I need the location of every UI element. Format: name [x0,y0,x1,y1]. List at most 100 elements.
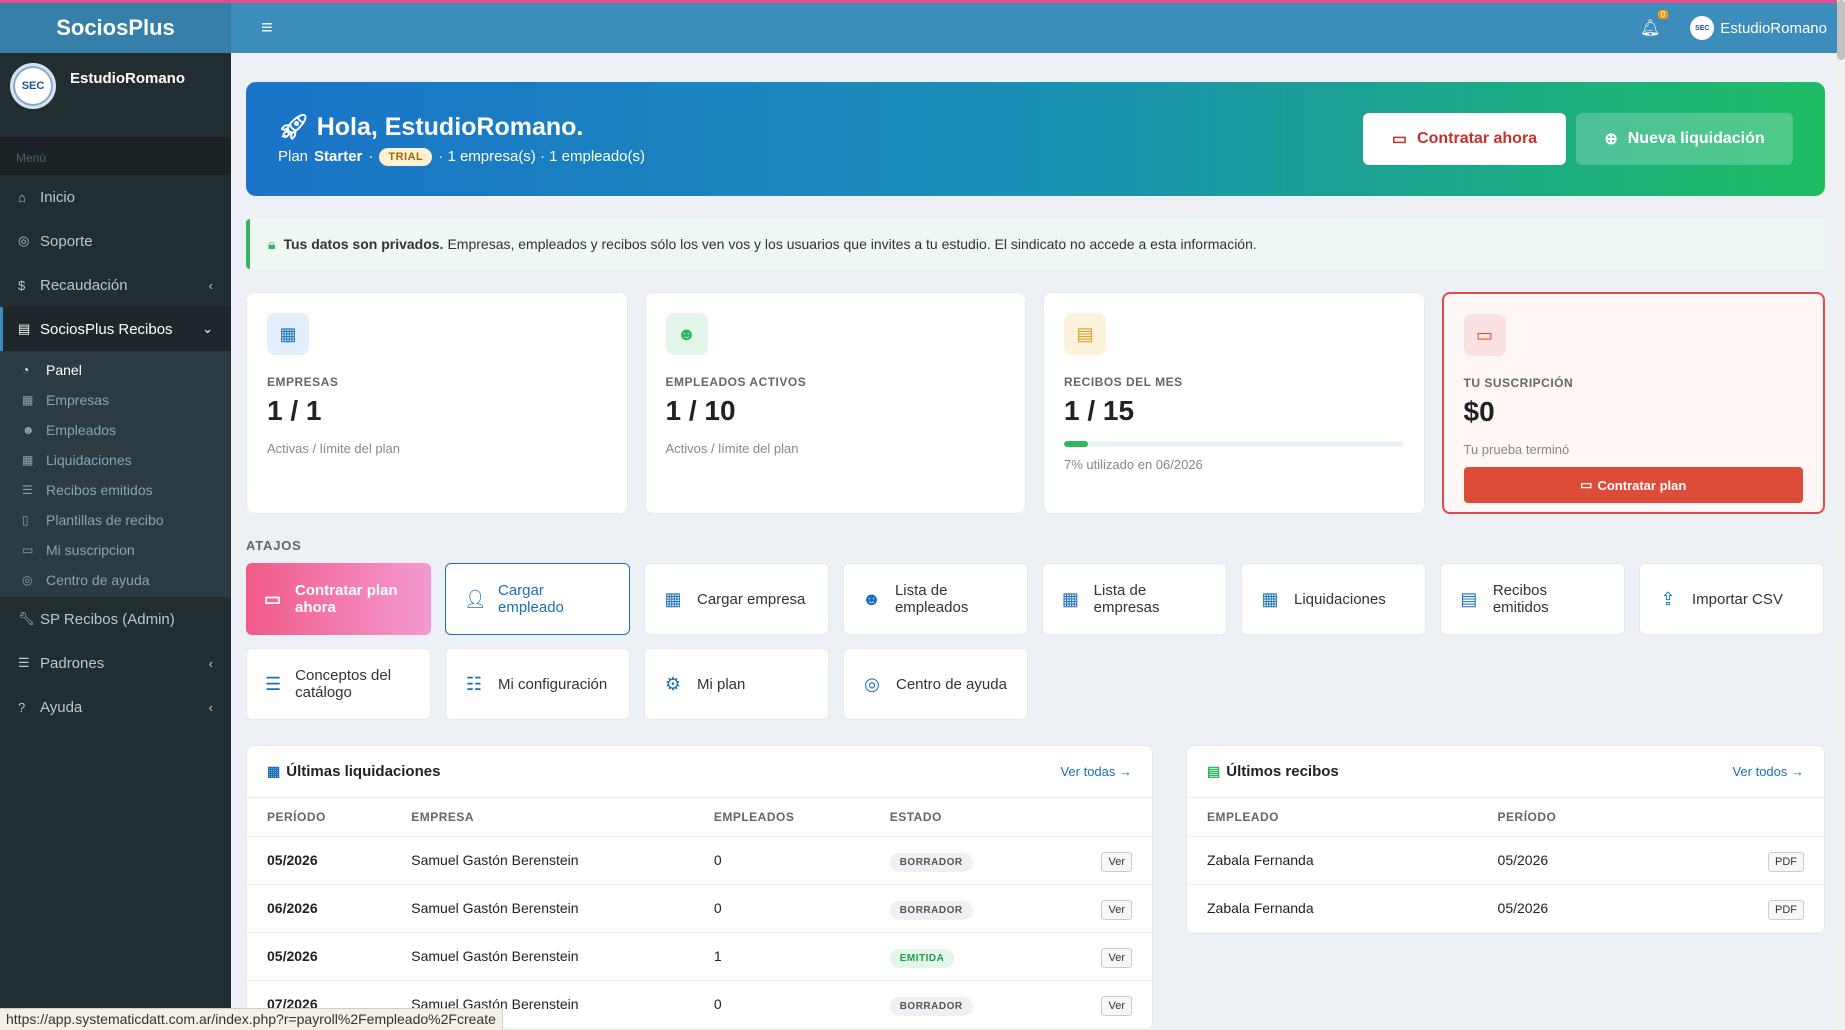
ultimos-recibos-card: ▤ Últimos recibos Ver todos → EMPLEADO PER… [1186,745,1825,934]
table-row: Zabala Fernanda 05/2026 PDF [1187,884,1824,933]
file-icon: ▤ [1207,763,1221,779]
building-icon: ▦ [22,393,34,407]
shortcut-lista-empleados[interactable]: ☻ Lista de empleados [843,563,1028,635]
user-plus-icon: 👤︎ [464,588,487,609]
button-label: Contratar plan [1597,477,1687,493]
list-icon: ☰ [265,673,282,694]
sidebar-subitem-plantillas[interactable]: ▯ Plantillas de recibo [0,505,231,535]
trial-badge: TRIAL [379,147,433,166]
shortcut-lista-empresas[interactable]: ▦ Lista de empresas [1042,563,1227,635]
user-menu[interactable]: SEC EstudioRomano [1690,16,1827,40]
stat-empleados: ☻ EMPLEADOS ACTIVOS 1 / 10 Activos / lím… [644,292,1026,514]
cell-empleados: 0 [693,980,870,1029]
shortcut-mi-plan[interactable]: ⚙ Mi plan [644,648,829,720]
cell-periodo: 05/2026 [1477,836,1674,885]
sidebar-subitem-empleados[interactable]: ☻ Empleados [0,415,231,445]
ver-button[interactable]: Ver [1101,900,1132,920]
sidebar-item-sp-recibos-admin[interactable]: 🔧︎ SP Recibos (Admin) [0,597,231,641]
shortcut-label: Importar CSV [1692,590,1783,608]
list-icon: ☰ [22,483,33,497]
sidebar-item-soporte[interactable]: ◎ Soporte [0,219,231,263]
browser-status-url: https://app.systematicdatt.com.ar/index.… [0,1008,503,1030]
upload-icon: ⇪ [1660,588,1676,609]
greeting-text: Hola, EstudioRomano. [316,112,584,141]
sidebar-subitem-label: Plantillas de recibo [46,512,164,528]
chevron-left-icon: ‹ [208,277,213,293]
home-icon: ⌂ [18,189,26,205]
file-icon: ▤ [18,321,31,336]
scrollbar-thumb[interactable] [1837,0,1845,60]
ver-button[interactable]: Ver [1101,996,1132,1016]
shortcut-label: Conceptos del catálogo [295,667,392,701]
ver-todas-link[interactable]: Ver todas → [1060,764,1132,779]
sidebar-subitem-empresas[interactable]: ▦ Empresas [0,385,231,415]
shortcut-recibos-emitidos[interactable]: ▤ Recibos emitidos [1440,563,1625,635]
plan-counts: · 1 empresa(s) · 1 empleado(s) [438,148,646,165]
card-header: ▦ Últimas liquidaciones Ver todas → [247,746,1152,798]
lifebuoy-icon: ◎ [18,233,30,248]
list-icon: ☰ [18,655,30,670]
column-header: EMPLEADO [1187,798,1478,837]
sidebar-subitem-centro-ayuda[interactable]: ◎ Centro de ayuda [0,565,231,595]
pdf-button[interactable]: PDF [1768,852,1804,872]
shortcut-cargar-empleado[interactable]: 👤︎ Cargar empleado [445,563,630,635]
cell-empresa: Samuel Gastón Berenstein [391,836,694,885]
cell-empleados: 0 [693,836,870,885]
shortcut-mi-configuracion[interactable]: ☷ Mi configuración [445,648,630,720]
sidebar-item-sociosplus-recibos[interactable]: ▤ SociosPlus Recibos ⌄ [0,307,231,351]
stat-empresas: ▦ EMPRESAS 1 / 1 Activas / límite del pl… [246,292,628,514]
sidebar-subitem-panel[interactable]: ◔ Panel [0,355,231,385]
sidebar-subitem-suscripcion[interactable]: ▭ Mi suscripcion [0,535,231,565]
chevron-left-icon: ‹ [208,655,213,671]
sidebar-submenu: ◔ Panel ▦ Empresas ☻ Empleados ▦ Liquidacion… [0,351,231,597]
pdf-button[interactable]: PDF [1768,900,1804,920]
ver-button[interactable]: Ver [1101,852,1132,872]
privacy-alert: 🔒︎ Tus datos son privados. Empresas, emp… [246,219,1825,269]
shortcut-cargar-empresa[interactable]: ▦ Cargar empresa [644,563,829,635]
shortcut-contratar-plan[interactable]: ▭ Contratar plan ahora [246,563,431,635]
contratar-plan-button[interactable]: ▭ Contratar plan [1463,467,1803,503]
credit-card-icon: ▭ [1391,131,1408,148]
stat-value: 1 / 10 [665,395,736,426]
sidebar-item-padrones[interactable]: ☰ Padrones ‹ [0,641,231,685]
sidebar-item-label: SP Recibos (Admin) [40,610,175,628]
sliders-icon: ☷ [465,673,483,694]
brand-logo[interactable]: SociosPlus [0,3,231,53]
main-content: 🚀︎ Hola, EstudioRomano. Plan Starter · T… [246,82,1825,1030]
nueva-liquidacion-button[interactable]: ⊕ Nueva liquidación [1576,113,1793,165]
bottom-panels: ▦ Últimas liquidaciones Ver todas → PERÍOD… [246,745,1825,1030]
sidebar-username: EstudioRomano [70,70,185,87]
shortcut-centro-ayuda[interactable]: ◎ Centro de ayuda [843,648,1028,720]
dashboard-icon: ◔ [22,363,30,377]
sidebar-subitem-liquidaciones[interactable]: ▦ Liquidaciones [0,445,231,475]
shortcut-liquidaciones[interactable]: ▦ Liquidaciones [1241,563,1426,635]
notifications-bell-icon[interactable]: 🔔︎ 0 [1640,10,1669,38]
shortcut-importar-csv[interactable]: ⇪ Importar CSV [1639,563,1824,635]
cell-periodo: 05/2026 [247,836,392,885]
sidebar-item-inicio[interactable]: ⌂ Inicio [0,175,231,219]
stat-label: EMPLEADOS ACTIVOS [665,375,807,389]
sidebar-subitem-recibos-emitidos[interactable]: ☰ Recibos emitidos [0,475,231,505]
gear-icon: ⚙ [664,673,682,694]
notifications-badge: 0 [1657,10,1669,19]
menu-toggle-icon[interactable]: ≡ [261,17,273,40]
dollar-icon: $ [18,277,26,293]
button-label: Contratar ahora [1417,130,1538,147]
column-header-actions [1673,798,1824,837]
stat-value: 1 / 1 [267,395,322,426]
ver-button[interactable]: Ver [1101,948,1132,968]
stat-suscripcion: ▭ TU SUSCRIPCIÓN $0 Tu prueba terminó ▭ C… [1441,292,1825,514]
chevron-down-icon: ⌄ [202,321,213,336]
building-icon: ▦ [1061,588,1079,609]
sidebar-subitem-label: Centro de ayuda [46,572,150,588]
calculator-icon: ▦ [1261,588,1279,609]
ver-todos-link[interactable]: Ver todos → [1732,764,1804,779]
button-label: Nueva liquidación [1627,130,1765,147]
shortcut-label: Centro de ayuda [896,675,1007,693]
contratar-ahora-button[interactable]: ▭ Contratar ahora [1363,113,1566,165]
sidebar-item-recaudacion[interactable]: $ Recaudación ‹ [0,263,231,307]
shortcut-conceptos-catalogo[interactable]: ☰ Conceptos del catálogo [246,648,431,720]
sidebar-item-ayuda[interactable]: ? Ayuda ‹ [0,685,231,729]
privacy-title: Tus datos son privados. [283,236,444,252]
page-scrollbar[interactable] [1837,0,1845,1030]
